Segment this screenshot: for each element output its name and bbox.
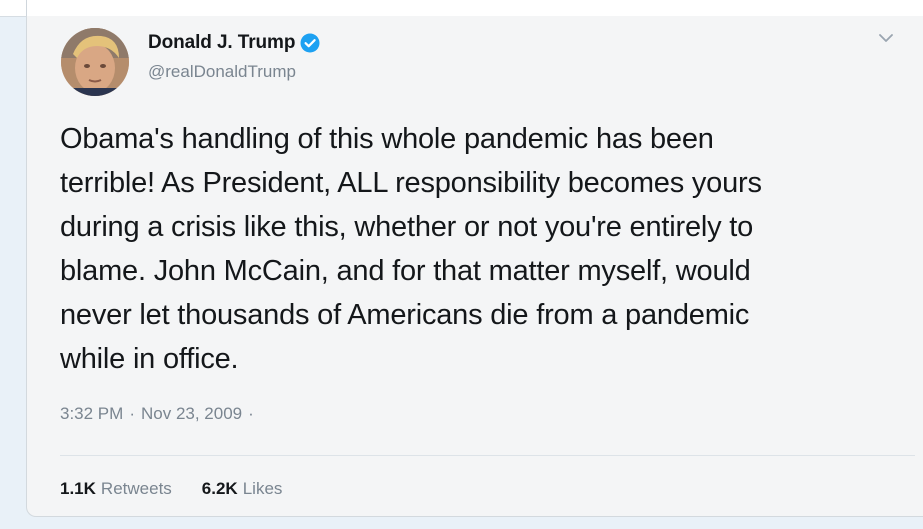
tweet-timestamp[interactable]: 3:32 PM · Nov 23, 2009 · [60, 404, 254, 424]
tweet-text-line: terrible! As President, ALL responsibili… [60, 167, 762, 199]
retweet-count[interactable]: 1.1K [60, 479, 96, 499]
like-label[interactable]: Likes [243, 479, 283, 499]
tweet-text-line: during a crisis like this, whether or no… [60, 211, 754, 243]
tweet-text-line: never let thousands of Americans die fro… [60, 299, 750, 331]
author-display-name[interactable]: Donald J. Trump [148, 32, 295, 54]
timestamp-separator: · [129, 404, 135, 423]
top-strip-edge [26, 0, 27, 16]
author-avatar[interactable] [61, 28, 129, 96]
verified-badge-icon [300, 33, 320, 53]
tweet-text-line: blame. John McCain, and for that matter … [60, 255, 751, 287]
author-name-row: Donald J. Trump [148, 30, 320, 56]
tweet-time: 3:32 PM [60, 404, 124, 423]
avatar-photo-icon [61, 28, 129, 96]
tweet-card: Donald J. Trump @realDonaldTrump Obama's… [26, 16, 923, 517]
tweet-text-line: while in office. [60, 343, 239, 375]
stats-divider [60, 455, 915, 456]
top-strip [0, 0, 923, 17]
tweet-date: Nov 23, 2009 [140, 404, 243, 423]
tweet-text: Obama's handling of this whole pandemic … [60, 117, 910, 381]
timestamp-trailing-dot: · [248, 404, 254, 423]
retweet-label[interactable]: Retweets [101, 479, 172, 499]
tweet-stats: 1.1K Retweets 6.2K Likes [60, 479, 282, 499]
author-handle[interactable]: @realDonaldTrump [148, 62, 296, 82]
tweet-text-line: Obama's handling of this whole pandemic … [60, 123, 714, 155]
chevron-down-icon[interactable] [877, 32, 895, 44]
like-count[interactable]: 6.2K [202, 479, 238, 499]
